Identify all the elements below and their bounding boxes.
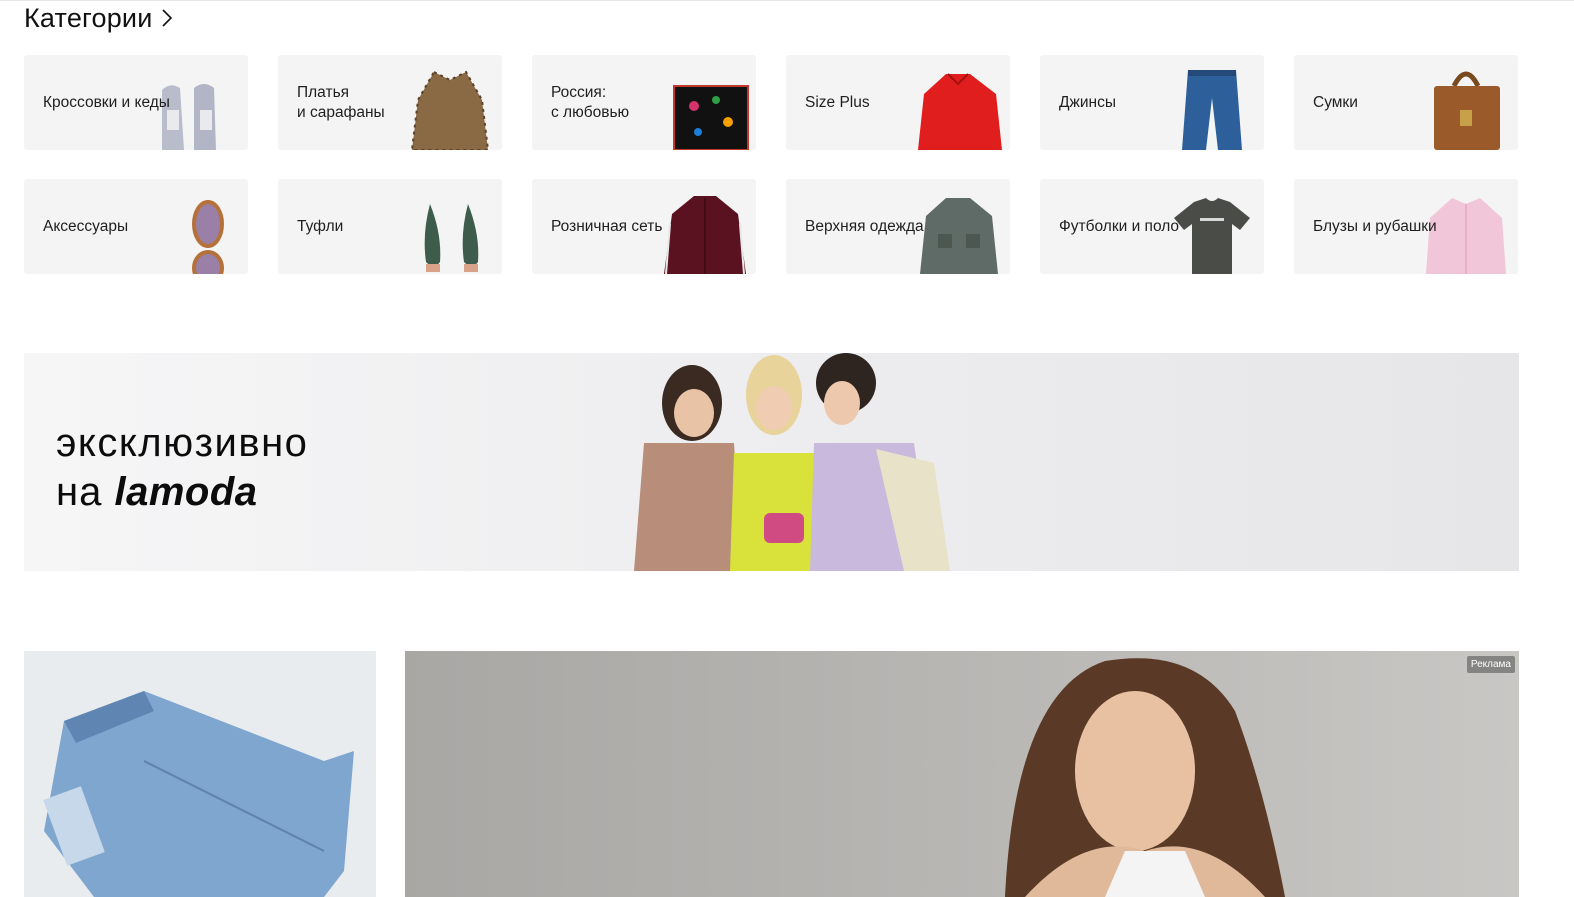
category-label: Кроссовки и кеды bbox=[43, 93, 170, 111]
exclusive-promo-banner[interactable]: эксклюзивно на lamoda bbox=[24, 353, 1519, 571]
category-label: Аксессуары bbox=[43, 217, 129, 235]
category-card-sneakers[interactable]: Кроссовки и кеды bbox=[24, 55, 248, 150]
category-label: Джинсы bbox=[1059, 93, 1116, 111]
category-card-accessories[interactable]: Аксессуары bbox=[24, 179, 248, 274]
category-label: Россия: с любовью bbox=[551, 83, 630, 121]
category-card-tshirts[interactable]: Футболки и поло bbox=[1040, 179, 1264, 274]
chevron-right-icon bbox=[162, 9, 173, 27]
category-card-russia[interactable]: Россия: с любовью bbox=[532, 55, 756, 150]
category-card-bags[interactable]: Сумки bbox=[1294, 55, 1518, 150]
promo-models-photo bbox=[634, 353, 950, 571]
categories-header-link[interactable]: Категории bbox=[24, 2, 176, 34]
category-label: Футболки и поло bbox=[1059, 217, 1180, 235]
promo-line-1: эксклюзивно bbox=[56, 421, 309, 465]
category-label: Розничная сеть bbox=[551, 217, 663, 235]
category-card-blouses[interactable]: Блузы и рубашки bbox=[1294, 179, 1518, 274]
category-label: Size Plus bbox=[805, 93, 870, 111]
category-label: Туфли bbox=[297, 217, 344, 235]
category-card-shoes[interactable]: Туфли bbox=[278, 179, 502, 274]
model-portrait-photo bbox=[1005, 658, 1285, 897]
category-card-jeans[interactable]: Джинсы bbox=[1040, 55, 1264, 150]
top-divider bbox=[0, 0, 1574, 1]
denim-skirt-photo bbox=[43, 691, 354, 897]
fashion-ad-banner[interactable]: Реклама bbox=[405, 651, 1519, 897]
category-card-retail[interactable]: Розничная сеть bbox=[532, 179, 756, 274]
categories-title: Категории bbox=[24, 2, 153, 33]
category-label: Сумки bbox=[1313, 93, 1358, 111]
ad-badge: Реклама bbox=[1466, 656, 1515, 673]
promo-text: эксклюзивно на lamoda bbox=[56, 419, 308, 517]
category-label: Блузы и рубашки bbox=[1313, 217, 1437, 235]
category-card-size-plus[interactable]: Size Plus bbox=[786, 55, 1010, 150]
category-card-dresses[interactable]: Платья и сарафаны bbox=[278, 55, 502, 150]
promo-line-2-prefix: на bbox=[56, 470, 103, 514]
promo-line-2: на lamoda bbox=[56, 467, 308, 517]
category-label: Верхняя одежда bbox=[805, 217, 924, 235]
promo-brand-logo: lamoda bbox=[114, 470, 258, 514]
denim-skirt-promo-tile[interactable] bbox=[24, 651, 376, 897]
category-card-outerwear[interactable]: Верхняя одежда bbox=[786, 179, 1010, 274]
category-label: Платья и сарафаны bbox=[297, 83, 385, 121]
